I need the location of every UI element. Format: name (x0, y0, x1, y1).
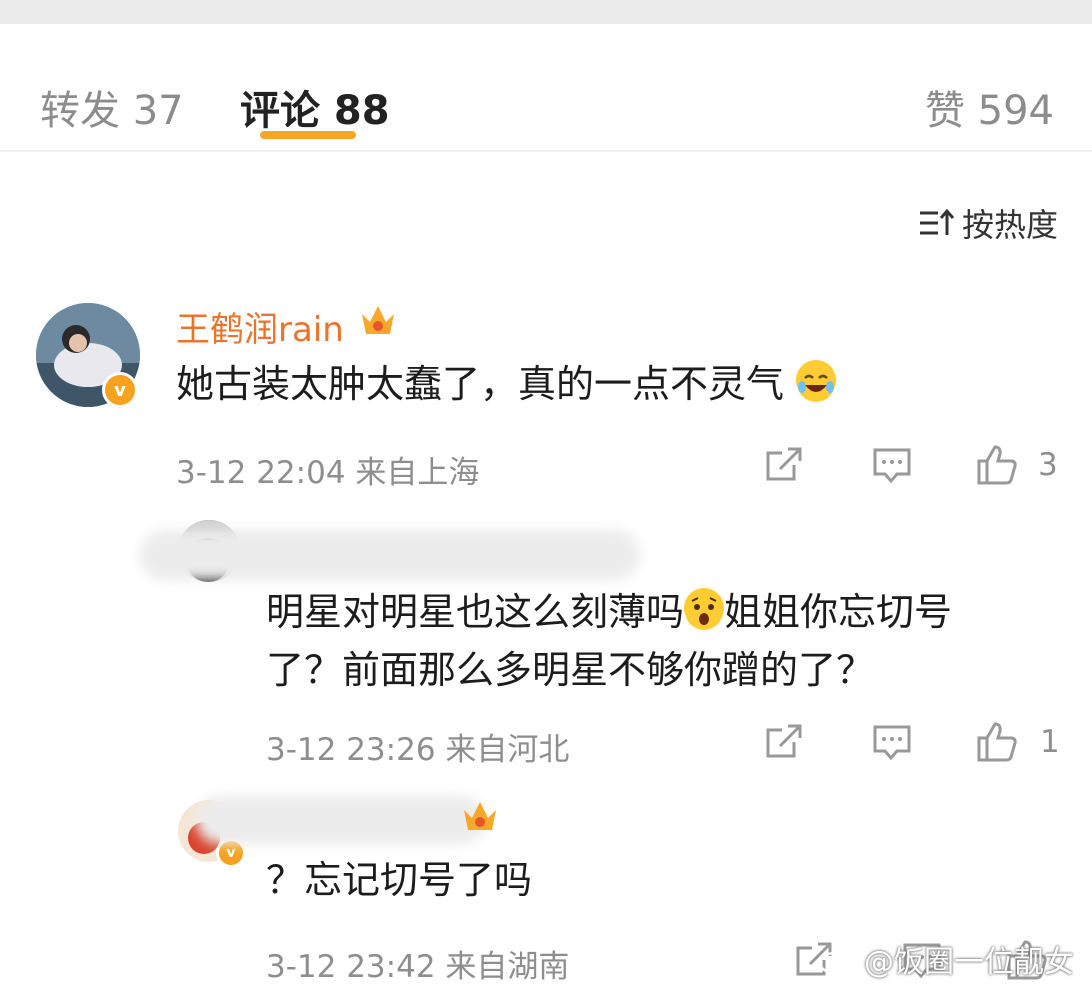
comment-text-line: 了？前面那么多明星不够你蹭的了？ (266, 648, 875, 692)
reply-icon[interactable] (872, 722, 912, 762)
status-bar (0, 0, 1092, 24)
comment-text: ？忘记切号了吗 (266, 858, 533, 902)
surprised-emoji-icon (684, 588, 725, 630)
comment-meta: 3-12 23:26 来自河北 (266, 732, 570, 768)
share-icon[interactable] (764, 445, 804, 485)
like-icon[interactable] (976, 443, 1020, 487)
tab-comments[interactable]: 评论 88 (240, 86, 390, 136)
redacted-username (140, 530, 640, 580)
redacted-username (196, 796, 486, 844)
comment-text-line: 姐姐你忘切号 (724, 590, 953, 634)
comment-text: 她古装太肿太蠢了，真的一点不灵气 (176, 354, 837, 414)
like-count: 3 (1038, 447, 1058, 483)
comment-meta: 3-12 22:04 来自上海 (176, 455, 480, 491)
share-icon[interactable] (764, 722, 804, 762)
tab-repost[interactable]: 转发 37 (40, 86, 184, 136)
comment-text-line: 明星对明星也这么刻薄吗 (266, 590, 685, 634)
comment-text-content: 她古装太肿太蠢了，真的一点不灵气 (176, 362, 785, 406)
sort-icon (919, 208, 955, 235)
laughing-emoji-icon (796, 360, 837, 402)
watermark: @饭圈一位靓女 (818, 937, 1074, 981)
tab-likes[interactable]: 赞 594 (925, 86, 1054, 136)
reply-icon[interactable] (872, 445, 912, 485)
tab-bar: 转发 37 评论 88 赞 594 (0, 24, 1092, 152)
comment-text: 明星对明星也这么刻薄吗 姐姐你忘切号 (266, 582, 952, 642)
sort-label: 按热度 (961, 206, 1058, 244)
crown-badge-icon (362, 306, 394, 334)
sort-button[interactable]: 按热度 (918, 200, 1058, 246)
crown-badge-icon (464, 802, 496, 830)
weibo-logo-icon (818, 945, 857, 975)
active-tab-indicator (260, 131, 356, 139)
like-count: 1 (1040, 724, 1060, 760)
comment-username[interactable]: 王鹤润rain (176, 302, 344, 351)
verified-badge-icon: v (102, 372, 138, 408)
like-icon[interactable] (976, 720, 1020, 764)
comment-meta: 3-12 23:42 来自湖南 (266, 949, 570, 985)
watermark-text: @饭圈一位靓女 (864, 945, 1074, 980)
